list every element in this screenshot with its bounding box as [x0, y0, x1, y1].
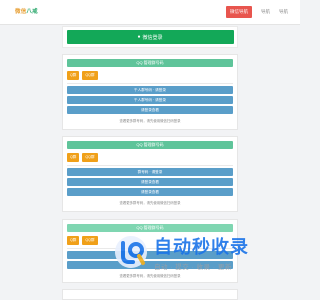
group-card-2: QQ 管理群号码 Q群 QQ群 群号码 · 请登录 请登录查看 请登录查看 查看… [62, 136, 238, 212]
card-header: QQ 管理群号码 [67, 141, 233, 149]
nav-item-2[interactable]: 导航 [261, 9, 270, 15]
group-row[interactable]: 请登录查看 [67, 188, 233, 196]
watermark-overlay: 自动秒收录 自动 · 提交 · 收录 · 更新 [113, 228, 263, 276]
card-header: QQ 管理群号码 [67, 59, 233, 67]
wechat-login-panel: ● 微信登录 [62, 26, 238, 48]
nav-menu: 微信导航 导航 导航 [226, 6, 288, 18]
logo-part-2: 八戒 [26, 9, 38, 15]
group-card-4 [62, 289, 238, 300]
group-row[interactable]: 请登录查看 [67, 178, 233, 186]
watermark-logo-icon [115, 236, 147, 268]
card-note: 查看更多群号码，请先使用微信扫码登录 [119, 201, 181, 205]
tag-q[interactable]: Q群 [67, 153, 80, 162]
divider [67, 165, 233, 166]
wechat-login-label: 微信登录 [142, 34, 163, 41]
nav-item-3[interactable]: 导航 [279, 9, 288, 15]
tag-qq[interactable]: QQ群 [82, 153, 98, 162]
watermark-text: 自动秒收录 自动 · 提交 · 收录 · 更新 [154, 233, 249, 271]
card-note: 查看更多群号码，请先使用微信扫码登录 [119, 119, 181, 123]
tag-qq[interactable]: QQ群 [82, 71, 98, 80]
wechat-icon: ● [137, 34, 141, 40]
group-row[interactable]: 千人群号码 · 请登录 [67, 96, 233, 104]
card-tags: Q群 QQ群 [67, 71, 233, 80]
watermark-subtitle: 自动 · 提交 · 收录 · 更新 [154, 264, 232, 271]
wechat-login-button[interactable]: ● 微信登录 [66, 30, 234, 44]
group-row[interactable]: 千人群号码 · 请登录 [67, 86, 233, 94]
group-row[interactable]: 请登录查看 [67, 106, 233, 114]
nav-item-home[interactable]: 微信导航 [226, 6, 252, 18]
group-card-1: QQ 管理群号码 Q群 QQ群 千人群号码 · 请登录 千人群号码 · 请登录 … [62, 54, 238, 130]
logo-part-1: 微信 [15, 9, 27, 15]
divider [67, 83, 233, 84]
watermark-title: 自动秒收录 [154, 237, 249, 257]
group-row[interactable]: 群号码 · 请登录 [67, 168, 233, 176]
site-logo[interactable]: 微信八戒 [15, 7, 38, 15]
top-navbar: 微信八戒 微信导航 导航 导航 [0, 0, 300, 25]
card-tags: Q群 QQ群 [67, 153, 233, 162]
tag-q[interactable]: Q群 [67, 71, 80, 80]
tag-q[interactable]: Q群 [67, 236, 80, 245]
tag-qq[interactable]: QQ群 [82, 236, 98, 245]
